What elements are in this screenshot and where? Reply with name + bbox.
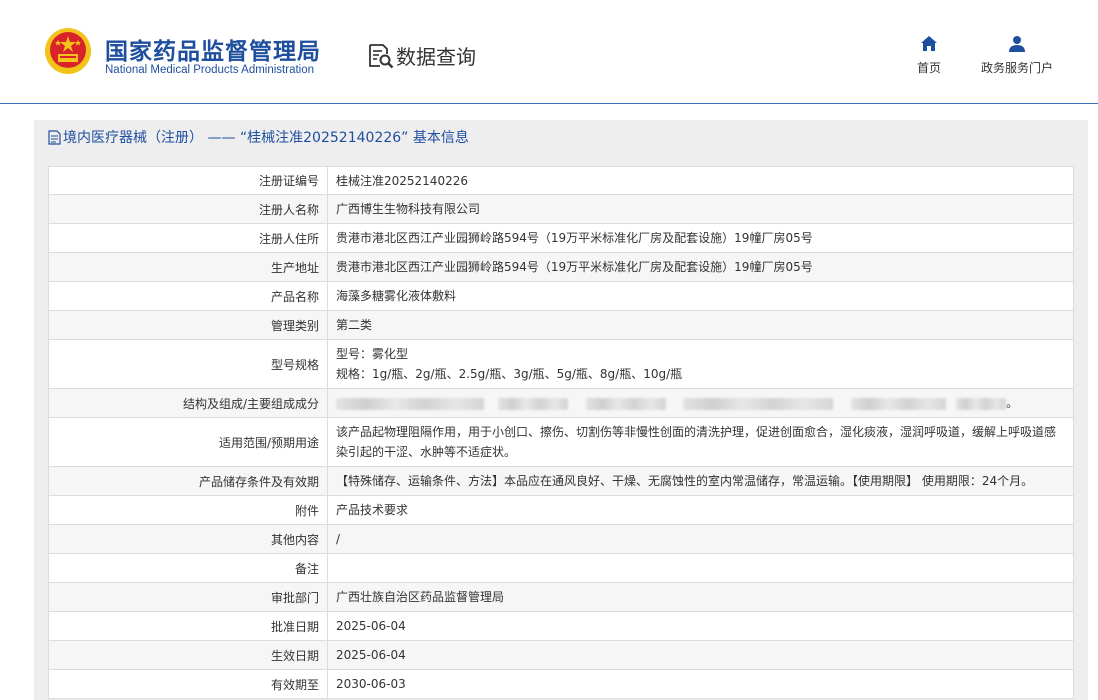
redacted-text-block — [683, 397, 834, 410]
detail-table-wrapper: 注册证编号 桂械注准20252140226 注册人名称 广西博生生物科技有限公司… — [48, 166, 1074, 699]
row-value: / — [327, 524, 1074, 554]
redacted-text-block — [497, 397, 568, 410]
table-row: 管理类别 第二类 — [48, 310, 1074, 340]
row-label: 附件 — [48, 495, 328, 525]
row-value: 贵港市港北区西江产业园狮岭路594号（19万平米标准化厂房及配套设施）19幢厂房… — [327, 223, 1074, 253]
detail-panel: 境内医疗器械（注册） —— “桂械注准20252140226” 基本信息 注册证… — [34, 120, 1088, 700]
row-label: 其他内容 — [48, 524, 328, 554]
row-value: 2030-06-03 — [327, 669, 1074, 699]
table-row: 产品名称 海藻多糖雾化液体敷料 — [48, 281, 1074, 311]
panel-title: 境内医疗器械（注册） —— “桂械注准20252140226” 基本信息 — [34, 120, 1088, 156]
table-row: 注册人名称 广西博生生物科技有限公司 — [48, 194, 1074, 224]
table-row: 产品储存条件及有效期 【特殊储存、运输条件、方法】本品应在通风良好、干燥、无腐蚀… — [48, 466, 1074, 496]
table-row: 备注 — [48, 553, 1074, 583]
site-logo-title: 国家药品监督管理局 — [105, 39, 321, 65]
user-icon — [1009, 36, 1025, 52]
row-label: 审批部门 — [48, 582, 328, 612]
row-value: 海藻多糖雾化液体敷料 — [327, 281, 1074, 311]
table-row: 结构及组成/主要组成成分 。 — [48, 388, 1074, 418]
row-value: 广西壮族自治区药品监督管理局 — [327, 582, 1074, 612]
table-row: 注册证编号 桂械注准20252140226 — [48, 166, 1074, 195]
panel-title-text: 境内医疗器械（注册） —— “桂械注准20252140226” 基本信息 — [63, 130, 469, 146]
row-value: 2025-06-04 — [327, 611, 1074, 641]
row-value-multiline: 型号：雾化型 规格：1g/瓶、2g/瓶、2.5g/瓶、3g/瓶、5g/瓶、8g/… — [327, 339, 1074, 389]
redacted-text-block — [851, 397, 947, 410]
table-row: 附件 产品技术要求 — [48, 495, 1074, 525]
redacted-text-end: 。 — [1006, 396, 1019, 410]
row-label: 注册人住所 — [48, 223, 328, 253]
home-icon — [921, 36, 937, 51]
table-row: 有效期至 2030-06-03 — [48, 669, 1074, 699]
nav-home-link[interactable]: 首页 — [903, 34, 955, 76]
table-row: 其他内容 / — [48, 524, 1074, 554]
page-title: 数据查询 — [396, 45, 476, 69]
row-value: 第二类 — [327, 310, 1074, 340]
row-value — [327, 553, 1074, 583]
attachment-value: 产品技术要求 — [327, 495, 1074, 525]
table-row: 注册人住所 贵港市港北区西江产业园狮岭路594号（19万平米标准化厂房及配套设施… — [48, 223, 1074, 253]
row-label: 产品名称 — [48, 281, 328, 311]
redacted-text-block — [585, 397, 666, 410]
table-row: 审批部门 广西壮族自治区药品监督管理局 — [48, 582, 1074, 612]
table-row: 批准日期 2025-06-04 — [48, 611, 1074, 641]
row-label: 批准日期 — [48, 611, 328, 641]
row-value: 【特殊储存、运输条件、方法】本品应在通风良好、干燥、无腐蚀性的室内常温储存，常温… — [327, 466, 1074, 496]
row-label: 结构及组成/主要组成成分 — [48, 388, 328, 418]
row-value: 桂械注准20252140226 — [327, 166, 1074, 195]
row-label: 型号规格 — [48, 339, 328, 389]
national-emblem-icon — [45, 28, 91, 74]
row-value: 2025-06-04 — [327, 640, 1074, 670]
row-label: 生产地址 — [48, 252, 328, 282]
document-icon — [48, 130, 61, 145]
nav-portal-link[interactable]: 政务服务门户 — [972, 34, 1062, 76]
model-line: 型号：雾化型 — [336, 347, 409, 361]
redacted-text-block — [336, 397, 484, 410]
site-logo-subtitle: National Medical Products Administration — [105, 64, 315, 76]
row-label: 生效日期 — [48, 640, 328, 670]
row-label: 适用范围/预期用途 — [48, 417, 328, 467]
redacted-text-block — [956, 397, 1007, 410]
row-label: 备注 — [48, 553, 328, 583]
row-value: 该产品起物理阻隔作用，用于小创口、擦伤、切割伤等非慢性创面的清洗护理，促进创面愈… — [327, 417, 1074, 467]
spec-line: 规格：1g/瓶、2g/瓶、2.5g/瓶、3g/瓶、5g/瓶、8g/瓶、10g/瓶 — [336, 367, 683, 381]
table-row: 生效日期 2025-06-04 — [48, 640, 1074, 670]
table-row: 生产地址 贵港市港北区西江产业园狮岭路594号（19万平米标准化厂房及配套设施）… — [48, 252, 1074, 282]
detail-table: 注册证编号 桂械注准20252140226 注册人名称 广西博生生物科技有限公司… — [48, 166, 1074, 699]
table-row: 适用范围/预期用途 该产品起物理阻隔作用，用于小创口、擦伤、切割伤等非慢性创面的… — [48, 417, 1074, 467]
nav-portal-label: 政务服务门户 — [980, 61, 1053, 75]
row-label: 注册人名称 — [48, 194, 328, 224]
site-header: 国家药品监督管理局 National Medical Products Admi… — [0, 0, 1098, 104]
nav-home-label: 首页 — [916, 61, 941, 75]
row-label: 注册证编号 — [48, 166, 328, 195]
row-label: 产品储存条件及有效期 — [48, 466, 328, 496]
table-row: 型号规格 型号：雾化型 规格：1g/瓶、2g/瓶、2.5g/瓶、3g/瓶、5g/… — [48, 339, 1074, 389]
row-label: 管理类别 — [48, 310, 328, 340]
row-value: 贵港市港北区西江产业园狮岭路594号（19万平米标准化厂房及配套设施）19幢厂房… — [327, 252, 1074, 282]
row-value: 广西博生生物科技有限公司 — [327, 194, 1074, 224]
document-search-icon — [369, 44, 394, 69]
row-label: 有效期至 — [48, 669, 328, 699]
row-value-redacted: 。 — [327, 388, 1074, 418]
